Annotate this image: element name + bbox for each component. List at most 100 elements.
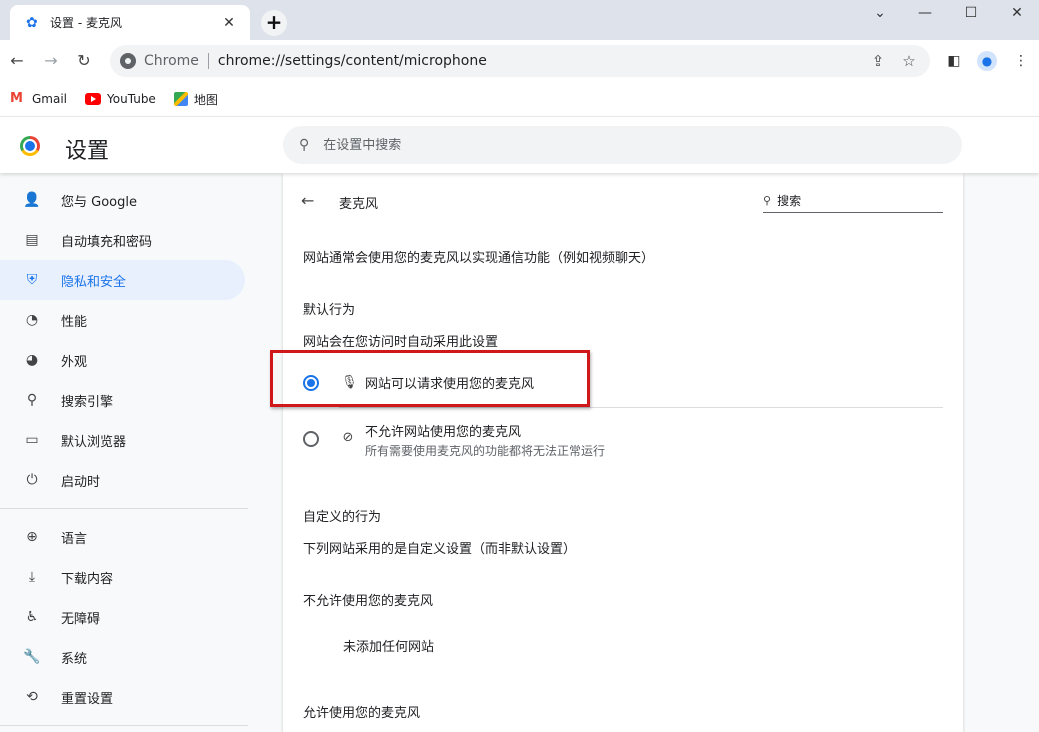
sidebar-item-label: 隐私和安全 <box>61 274 127 290</box>
bookmark-label: Gmail <box>32 92 68 106</box>
site-search-input[interactable] <box>777 193 928 208</box>
search-icon: ⚲ <box>299 137 310 153</box>
sidebar-item-default-browser[interactable]: ▭ 默认浏览器 <box>0 420 245 460</box>
microphone-description: 网站通常会使用您的麦克风以实现通信功能（例如视频聊天） <box>303 251 655 266</box>
reload-button[interactable]: ↻ <box>72 49 96 73</box>
sidebar-item-privacy[interactable]: ⛨ 隐私和安全 <box>0 260 245 300</box>
not-allowed-heading: 不允许使用您的麦克风 <box>303 594 434 609</box>
clipboard-icon: ▤ <box>25 232 39 248</box>
sidebar-item-label: 无障碍 <box>61 611 101 627</box>
microphone-settings-card: ← 麦克风 ⚲ 网站通常会使用您的麦克风以实现通信功能（例如视频聊天） 默认行为… <box>270 173 963 732</box>
bookmark-youtube[interactable]: YouTube <box>85 92 156 106</box>
download-icon: ⤓ <box>28 569 36 585</box>
bookmark-label: YouTube <box>107 92 156 106</box>
sidebar-item-reset[interactable]: ⟲ 重置设置 <box>0 677 245 717</box>
no-sites-placeholder: 未添加任何网站 <box>343 640 435 655</box>
settings-search-box[interactable]: ⚲ <box>283 126 962 164</box>
speedometer-icon: ◔ <box>25 312 39 328</box>
option-block-label: 不允许网站使用您的麦克风 <box>365 425 522 440</box>
sidebar-divider <box>0 508 248 509</box>
sidebar-item-label: 重置设置 <box>61 691 114 707</box>
tab-search-chevron-icon[interactable]: ⌄ <box>857 2 903 28</box>
accessibility-icon: ♿ <box>25 609 39 625</box>
menu-kebab-icon[interactable]: ⋮ <box>1012 51 1030 71</box>
share-icon[interactable]: ⇪ <box>869 52 887 70</box>
search-icon: ⚲ <box>26 392 38 408</box>
chrome-site-icon <box>120 53 136 69</box>
history-icon: ⟲ <box>26 689 38 705</box>
custom-behavior-subtitle: 下列网站采用的是自定义设置（而非默认设置） <box>303 542 577 557</box>
default-behavior-heading: 默认行为 <box>303 303 356 318</box>
sidebar-item-system[interactable]: 🔧 系统 <box>0 637 245 677</box>
sidebar-item-label: 下载内容 <box>61 571 114 587</box>
person-icon: 👤 <box>23 192 41 208</box>
youtube-icon <box>85 93 102 105</box>
sidebar-item-performance[interactable]: ◔ 性能 <box>0 300 245 340</box>
omnibox-chrome-label: Chrome <box>144 53 199 69</box>
minimize-button[interactable]: — <box>902 2 948 28</box>
palette-icon: ◕ <box>25 352 39 368</box>
bookmarks-bar: M Gmail YouTube 地图 <box>0 82 1039 116</box>
settings-page: 👤 您与 Google ▤ 自动填充和密码 ⛨ 隐私和安全 ◔ 性能 ◕ 外观 … <box>0 173 1039 732</box>
globe-icon: ⊕ <box>26 529 38 545</box>
site-search-field[interactable]: ⚲ <box>763 189 943 213</box>
omnibox-separator <box>207 53 209 69</box>
option-block-row[interactable]: ⊘ 不允许网站使用您的麦克风 所有需要使用麦克风的功能都将无法正常运行 <box>283 421 963 459</box>
bookmark-label: 地图 <box>193 92 218 107</box>
allowed-heading: 允许使用您的麦克风 <box>303 706 421 721</box>
highlight-annotation-box <box>270 350 590 407</box>
sidebar-item-label: 您与 Google <box>61 194 137 210</box>
chrome-logo-icon <box>20 136 40 156</box>
back-button[interactable]: ← <box>5 49 29 73</box>
new-tab-button[interactable]: + <box>261 10 287 36</box>
sidebar-item-label: 系统 <box>61 651 88 667</box>
radio-block[interactable] <box>303 431 319 447</box>
microphone-off-icon: ⊘ <box>342 430 354 445</box>
custom-behavior-heading: 自定义的行为 <box>303 510 382 525</box>
back-arrow-icon[interactable]: ← <box>301 191 314 210</box>
bookmark-maps[interactable]: 地图 <box>173 91 218 108</box>
sidebar-item-downloads[interactable]: ⤓ 下载内容 <box>0 557 245 597</box>
sidebar-item-appearance[interactable]: ◕ 外观 <box>0 340 245 380</box>
page-title: 设置 <box>65 139 110 164</box>
maximize-button[interactable]: ☐ <box>948 2 994 28</box>
profile-avatar-icon[interactable]: ● <box>977 51 997 71</box>
gear-icon: ✿ <box>26 14 38 31</box>
bookmark-gmail[interactable]: M Gmail <box>10 92 67 106</box>
sidebar-item-label: 语言 <box>61 531 88 547</box>
search-icon: ⚲ <box>763 194 772 207</box>
power-icon: ⏻ <box>26 472 38 488</box>
bookmark-star-icon[interactable]: ☆ <box>900 52 918 70</box>
sidebar-divider <box>0 725 248 726</box>
browser-window-icon: ▭ <box>25 432 39 448</box>
gmail-icon: M <box>10 91 23 106</box>
maps-icon <box>173 92 188 106</box>
toolbar: ← → ↻ Chrome chrome://settings/content/m… <box>0 40 1039 82</box>
side-panel-icon[interactable]: ◧ <box>945 51 963 71</box>
shield-icon: ⛨ <box>26 272 38 288</box>
sidebar-item-label: 性能 <box>61 314 88 330</box>
forward-button[interactable]: → <box>39 49 63 73</box>
tab-settings-microphone[interactable]: ✿ 设置 - 麦克风 ✕ <box>10 5 250 40</box>
sidebar-item-label: 自动填充和密码 <box>61 234 153 250</box>
sidebar: 👤 您与 Google ▤ 自动填充和密码 ⛨ 隐私和安全 ◔ 性能 ◕ 外观 … <box>0 180 250 732</box>
settings-search-input[interactable] <box>323 137 924 153</box>
option-block-subtitle: 所有需要使用麦克风的功能都将无法正常运行 <box>365 444 606 458</box>
sidebar-item-accessibility[interactable]: ♿ 无障碍 <box>0 597 245 637</box>
sidebar-item-search-engine[interactable]: ⚲ 搜索引擎 <box>0 380 245 420</box>
wrench-icon: 🔧 <box>23 649 41 665</box>
sidebar-item-label: 默认浏览器 <box>61 434 127 450</box>
sidebar-item-you-and-google[interactable]: 👤 您与 Google <box>0 180 245 220</box>
sidebar-item-label: 启动时 <box>61 474 101 490</box>
sidebar-item-on-startup[interactable]: ⏻ 启动时 <box>0 460 245 500</box>
close-icon[interactable]: ✕ <box>220 15 238 31</box>
window-close-button[interactable]: ✕ <box>994 2 1039 28</box>
card-header: ← 麦克风 ⚲ <box>283 183 963 219</box>
sidebar-item-label: 外观 <box>61 354 88 370</box>
sidebar-item-autofill[interactable]: ▤ 自动填充和密码 <box>0 220 245 260</box>
card-title: 麦克风 <box>339 197 379 212</box>
settings-header: 设置 ⚲ <box>0 116 1039 173</box>
sidebar-item-languages[interactable]: ⊕ 语言 <box>0 517 245 557</box>
address-bar[interactable]: Chrome chrome://settings/content/microph… <box>110 45 930 77</box>
omnibox-url[interactable]: chrome://settings/content/microphone <box>218 53 487 69</box>
